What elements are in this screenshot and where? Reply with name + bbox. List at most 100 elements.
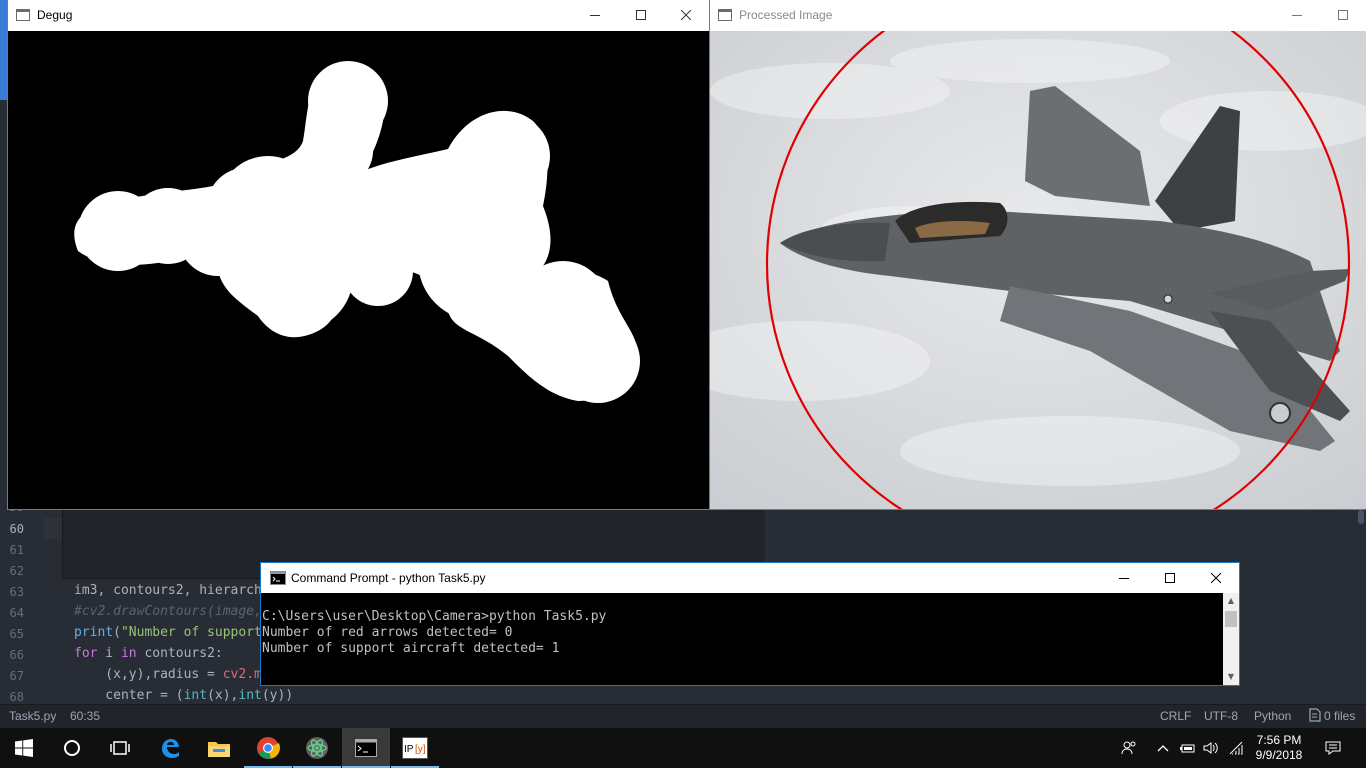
- cmd-taskbar-item[interactable]: [342, 728, 390, 768]
- code-token: int: [183, 688, 208, 703]
- battery-icon: [1180, 744, 1195, 753]
- edge-taskbar-item[interactable]: [146, 728, 194, 768]
- command-prompt-window: Command Prompt - python Task5.py C:\User…: [261, 563, 1239, 685]
- code-token: in: [120, 646, 137, 661]
- code-line[interactable]: center = (int(x),int(y)): [74, 688, 293, 703]
- chrome-icon: [257, 737, 280, 759]
- window-app-icon: [718, 9, 732, 21]
- line-number: 65: [9, 627, 24, 641]
- status-encoding[interactable]: UTF-8: [1204, 709, 1238, 723]
- clock-time: 7:56 PM: [1256, 733, 1302, 747]
- scrollbar-thumb[interactable]: [1225, 611, 1237, 627]
- jupyter-icon: IP [y]: [402, 737, 428, 759]
- edge-icon: [162, 739, 179, 758]
- code-token: center = (: [74, 688, 184, 703]
- windows-taskbar: IP [y] 7:56 PM 9/9/2018: [0, 728, 1366, 768]
- jupyter-taskbar-item[interactable]: IP [y]: [391, 728, 439, 768]
- people-icon: [1121, 741, 1136, 755]
- editor-sidebar-accent: [0, 0, 8, 100]
- editor-scrollbar[interactable]: [1358, 510, 1364, 524]
- action-center-button[interactable]: [1318, 728, 1348, 768]
- minimize-button[interactable]: [1274, 0, 1320, 30]
- chevron-up-icon: [1157, 745, 1169, 752]
- minimize-button[interactable]: [1101, 563, 1147, 593]
- battery-button[interactable]: [1178, 728, 1198, 768]
- scroll-down-arrow-icon[interactable]: ▼: [1223, 669, 1239, 685]
- cmd-titlebar[interactable]: Command Prompt - python Task5.py: [261, 563, 1239, 593]
- windows-logo-icon: [15, 739, 33, 757]
- scroll-up-arrow-icon[interactable]: ▲: [1223, 593, 1239, 609]
- show-hidden-icons-button[interactable]: [1152, 728, 1174, 768]
- code-token: contours2:: [136, 646, 223, 661]
- file-explorer-taskbar-item[interactable]: [195, 728, 243, 768]
- code-token: (x),: [207, 688, 239, 703]
- maximize-button[interactable]: [1147, 563, 1193, 593]
- line-number: 64: [9, 606, 24, 620]
- line-number: 66: [9, 648, 24, 662]
- task-view-button[interactable]: [96, 728, 144, 768]
- code-line[interactable]: for i in contours2:: [74, 646, 223, 661]
- clock[interactable]: 7:56 PM 9/9/2018: [1248, 728, 1310, 768]
- cmd-icon: [355, 739, 377, 757]
- processed-titlebar[interactable]: Processed Image: [710, 0, 1366, 30]
- code-token: cv2.m: [222, 667, 262, 682]
- cmd-console-output[interactable]: C:\Users\user\Desktop\Camera>python Task…: [261, 593, 1223, 685]
- maximize-button[interactable]: [618, 0, 664, 30]
- atom-icon: [306, 737, 328, 759]
- status-file-name[interactable]: Task5.py: [9, 709, 56, 723]
- code-token: (x,y),radius =: [74, 667, 223, 682]
- status-bar: Task5.py 60:35 CRLF UTF-8 Python 0 files: [0, 704, 1366, 729]
- volume-button[interactable]: [1201, 728, 1221, 768]
- code-token: im3, contours2, hierarchy: [74, 583, 270, 598]
- debug-mask-canvas: [8, 31, 709, 509]
- line-number: 62: [9, 564, 24, 578]
- cmd-window-title: Command Prompt - python Task5.py: [291, 571, 486, 585]
- processed-image-window: Processed Image: [710, 0, 1366, 509]
- network-button[interactable]: [1226, 728, 1246, 768]
- status-line-ending[interactable]: CRLF: [1160, 709, 1191, 723]
- code-line[interactable]: im3, contours2, hierarchy: [74, 583, 270, 598]
- window-app-icon: [16, 9, 30, 21]
- white-blob-mask: [74, 61, 640, 403]
- code-token: i: [97, 646, 121, 661]
- people-button[interactable]: [1116, 728, 1142, 768]
- cmd-scrollbar[interactable]: ▲ ▼: [1223, 593, 1239, 685]
- cortana-button[interactable]: [48, 728, 96, 768]
- code-line[interactable]: #cv2.drawContours(image,: [74, 604, 262, 619]
- status-git-files[interactable]: 0 files: [1324, 709, 1355, 723]
- console-line: Number of red arrows detected= 0: [262, 625, 513, 640]
- console-line: Number of support aircraft detected= 1: [262, 641, 560, 656]
- close-button[interactable]: [1193, 563, 1239, 593]
- task-view-icon: [110, 741, 130, 755]
- close-button[interactable]: [663, 0, 709, 30]
- speaker-icon: [1203, 742, 1218, 754]
- console-line: C:\Users\user\Desktop\Camera>python Task…: [262, 609, 607, 624]
- git-file-icon: [1309, 708, 1321, 725]
- line-number: 61: [9, 543, 24, 557]
- line-number: 67: [9, 669, 24, 683]
- code-token: "Number of support: [120, 625, 262, 640]
- code-line[interactable]: print("Number of support: [74, 625, 262, 640]
- line-number-gutter: 59 60 61 62 63 64 65 66 67 68: [0, 500, 44, 704]
- line-number: 63: [9, 585, 24, 599]
- code-token: (: [113, 625, 121, 640]
- cmd-app-icon: [270, 571, 286, 585]
- wifi-icon: [1229, 741, 1243, 755]
- debug-titlebar[interactable]: Degug: [8, 0, 709, 30]
- status-grammar[interactable]: Python: [1254, 709, 1291, 723]
- minimize-button[interactable]: [572, 0, 618, 30]
- code-token: int: [238, 688, 262, 703]
- line-number: 60: [9, 522, 24, 536]
- start-button[interactable]: [0, 728, 48, 768]
- debug-window-title: Degug: [37, 8, 73, 22]
- cortana-icon: [64, 740, 80, 756]
- atom-taskbar-item[interactable]: [293, 728, 341, 768]
- maximize-button[interactable]: [1320, 0, 1366, 30]
- processed-window-title: Processed Image: [739, 8, 833, 22]
- status-cursor-position[interactable]: 60:35: [70, 709, 100, 723]
- notification-icon: [1325, 741, 1341, 755]
- code-token: for: [74, 646, 98, 661]
- chrome-taskbar-item[interactable]: [244, 728, 292, 768]
- file-explorer-icon: [208, 742, 230, 757]
- code-line[interactable]: (x,y),radius = cv2.m: [74, 667, 262, 682]
